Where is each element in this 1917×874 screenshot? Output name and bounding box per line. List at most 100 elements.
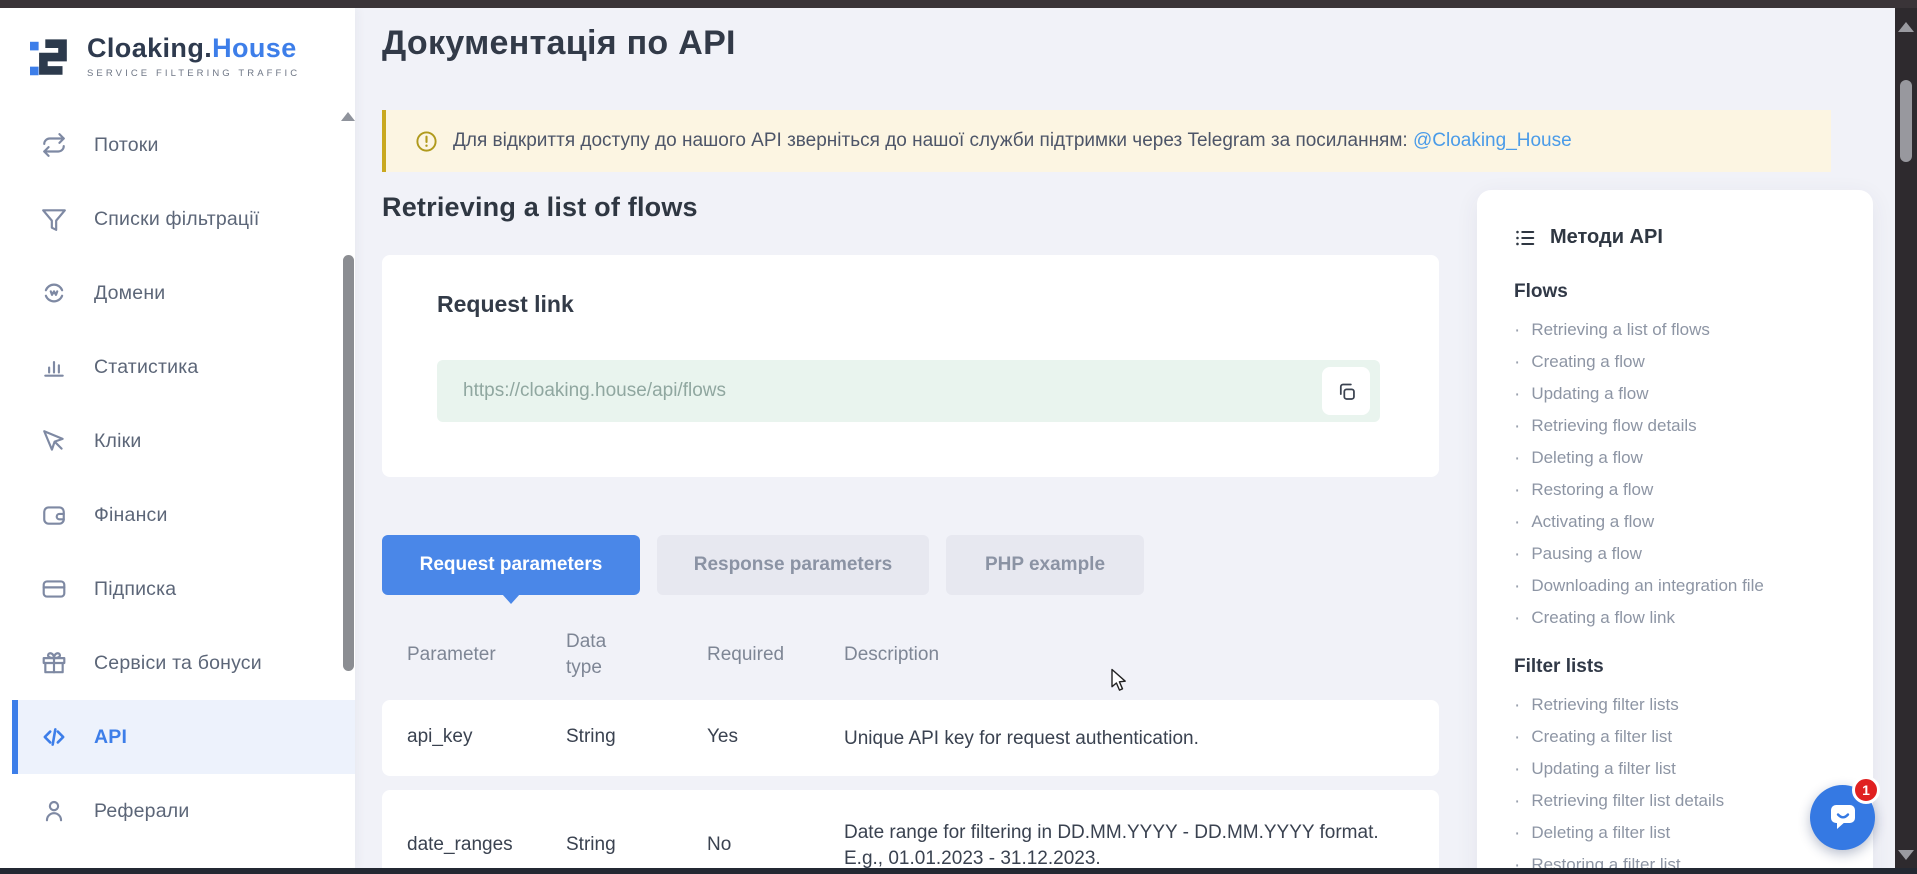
window-scrollbar (1895, 8, 1917, 868)
bullet: · (1514, 824, 1520, 843)
method-link[interactable]: ·Updating a flow (1514, 378, 1845, 410)
sidebar-item-label: Підписка (94, 578, 176, 601)
scroll-down-arrow[interactable] (1898, 850, 1914, 860)
method-link[interactable]: ·Retrieving filter lists (1514, 689, 1845, 721)
sidebar-item-finances[interactable]: Фінанси (12, 478, 355, 552)
copy-url-button[interactable] (1322, 367, 1370, 415)
tab-php-example[interactable]: PHP example (946, 535, 1144, 595)
sidebar-item-statistics[interactable]: Статистика (12, 330, 355, 404)
cell-parameter: api_key (407, 726, 473, 748)
request-url-field[interactable]: https://cloaking.house/api/flows (437, 360, 1380, 422)
cell-required: No (707, 834, 731, 856)
sidebar-item-label: Фінанси (94, 504, 168, 527)
cell-required: Yes (707, 726, 738, 748)
sidebar-item-label: Сервіси та бонуси (94, 652, 262, 675)
mouse-cursor (1110, 668, 1132, 699)
bullet: · (1514, 577, 1520, 596)
chat-notification-badge: 1 (1852, 776, 1880, 804)
sidebar-item-label: Кліки (94, 430, 142, 453)
sidebar-item-clicks[interactable]: Кліки (12, 404, 355, 478)
bullet: · (1514, 696, 1520, 715)
method-link[interactable]: ·Retrieving a list of flows (1514, 314, 1845, 346)
sidebar-scroll-up-arrow[interactable] (341, 112, 355, 121)
bullet: · (1514, 385, 1520, 404)
sidebar-item-api[interactable]: API (12, 700, 355, 774)
sidebar-scrollbar-thumb[interactable] (343, 255, 354, 671)
bullet: · (1514, 417, 1520, 436)
section-title: Retrieving a list of flows (382, 192, 698, 223)
column-header-required: Required (707, 642, 784, 668)
bullet: · (1514, 353, 1520, 372)
tab-response-parameters[interactable]: Response parameters (657, 535, 929, 595)
domains-icon (40, 280, 68, 306)
chat-widget-button[interactable]: 1 (1810, 785, 1875, 850)
sidebar-item-partial[interactable] (12, 848, 355, 868)
method-link[interactable]: ·Deleting a flow (1514, 442, 1845, 474)
method-link[interactable]: ·Creating a flow link (1514, 602, 1845, 634)
api-methods-title: Методи API (1550, 226, 1663, 249)
method-link[interactable]: ·Restoring a filter list (1514, 849, 1845, 868)
method-link[interactable]: ·Activating a flow (1514, 506, 1845, 538)
logo[interactable]: Cloaking.House SERVICE FILTERING TRAFFIC (30, 34, 300, 89)
sidebar-item-subscription[interactable]: Підписка (12, 552, 355, 626)
api-methods-panel: Методи API Flows ·Retrieving a list of f… (1477, 190, 1873, 868)
cell-description: Date range for filtering in DD.MM.YYYY -… (844, 820, 1379, 868)
sidebar-item-flows[interactable]: Потоки (12, 108, 355, 182)
scroll-up-arrow[interactable] (1898, 22, 1914, 32)
subscription-icon (40, 576, 68, 602)
clicks-icon (40, 428, 68, 454)
bullet: · (1514, 760, 1520, 779)
request-link-card: Request link https://cloaking.house/api/… (382, 255, 1439, 477)
column-header-description: Description (844, 642, 939, 668)
bullet: · (1514, 513, 1520, 532)
method-link[interactable]: ·Creating a filter list (1514, 721, 1845, 753)
method-link[interactable]: ·Pausing a flow (1514, 538, 1845, 570)
request-url-value: https://cloaking.house/api/flows (463, 380, 726, 402)
cell-parameter: date_ranges (407, 834, 513, 856)
method-link[interactable]: ·Creating a flow (1514, 346, 1845, 378)
sidebar-item-domains[interactable]: Домени (12, 256, 355, 330)
sidebar-item-services-bonuses[interactable]: Сервіси та бонуси (12, 626, 355, 700)
filter-lists-icon (40, 206, 68, 232)
request-link-title: Request link (437, 291, 574, 318)
method-link[interactable]: ·Restoring a flow (1514, 474, 1845, 506)
table-row: date_ranges String No Date range for fil… (382, 790, 1439, 868)
cell-data-type: String (566, 834, 616, 856)
tab-request-parameters[interactable]: Request parameters (382, 535, 640, 595)
logo-tagline: SERVICE FILTERING TRAFFIC (87, 68, 300, 79)
method-link[interactable]: ·Updating a filter list (1514, 753, 1845, 785)
sidebar-item-label: Статистика (94, 356, 198, 379)
method-link[interactable]: ·Downloading an integration file (1514, 570, 1845, 602)
column-header-parameter: Parameter (407, 642, 496, 668)
method-link[interactable]: ·Retrieving filter list details (1514, 785, 1845, 817)
referrals-icon (40, 798, 68, 824)
sidebar-item-referrals[interactable]: Реферали (12, 774, 355, 848)
cell-data-type: String (566, 726, 616, 748)
logo-name: Cloaking.House (87, 34, 300, 64)
sidebar-item-label: Потоки (94, 134, 159, 157)
method-link[interactable]: ·Deleting a filter list (1514, 817, 1845, 849)
main-content: Документація по API Для відкриття доступ… (355, 8, 1895, 868)
method-link[interactable]: ·Retrieving flow details (1514, 410, 1845, 442)
warning-icon (415, 130, 438, 153)
sidebar-item-label: API (94, 726, 127, 749)
logo-text: Cloaking.House SERVICE FILTERING TRAFFIC (87, 34, 300, 79)
bullet: · (1514, 728, 1520, 747)
page-title: Документація по API (382, 24, 736, 63)
window-scrollbar-thumb[interactable] (1900, 80, 1912, 162)
methods-section-flows: Flows (1514, 281, 1845, 303)
flows-icon (40, 132, 68, 158)
bullet: · (1514, 792, 1520, 811)
list-icon (1514, 227, 1536, 249)
window-top-edge (0, 0, 1917, 8)
chat-bubble-icon (1825, 800, 1861, 836)
finances-icon (40, 502, 68, 528)
copy-icon (1336, 381, 1357, 402)
sidebar-item-filter-lists[interactable]: Списки фільтрації (12, 182, 355, 256)
cell-description: Unique API key for request authenticatio… (844, 726, 1379, 752)
window-bottom-edge (0, 868, 1917, 874)
bullet: · (1514, 481, 1520, 500)
sidebar-nav: Потоки Списки фільтрації Домени Статисти… (0, 108, 355, 868)
telegram-link[interactable]: @Cloaking_House (1413, 130, 1572, 151)
methods-section-filter-lists: Filter lists (1514, 656, 1845, 678)
